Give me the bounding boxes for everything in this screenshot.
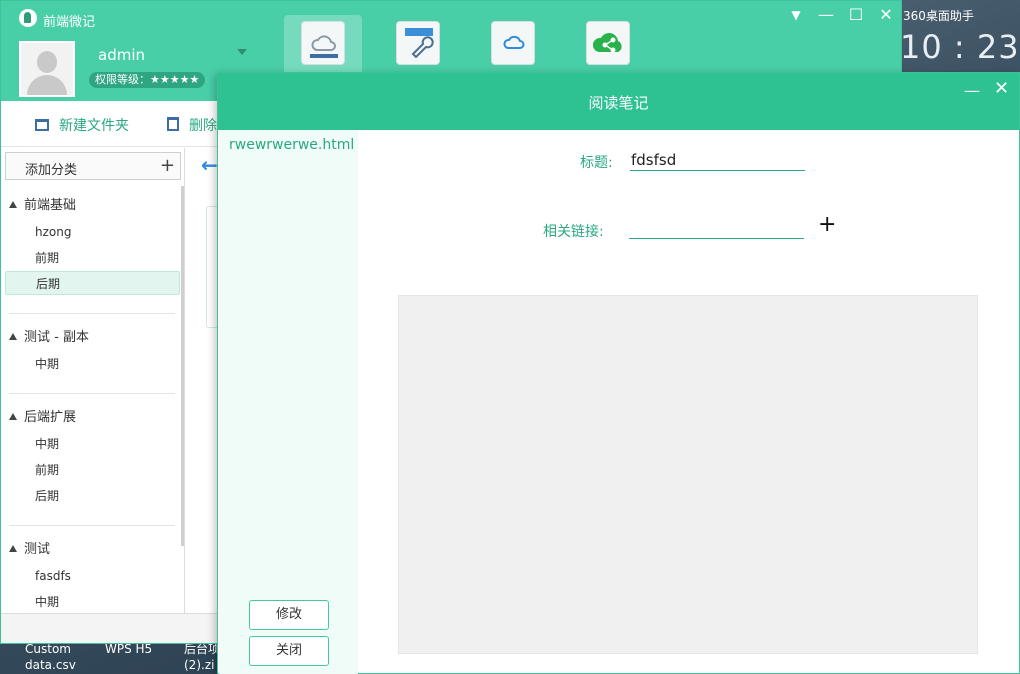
share-icon	[586, 21, 630, 65]
desktop-clock: 10 : 23	[900, 28, 1020, 66]
divider	[9, 313, 175, 314]
module-sync[interactable]	[474, 15, 552, 77]
category-item[interactable]: 后期	[5, 484, 180, 508]
app-title: 前端微记	[43, 15, 96, 30]
title-label: 标题:	[580, 155, 613, 171]
dialog-header: 阅读笔记 — ✕	[218, 73, 1019, 130]
category-item[interactable]: fasdfs	[5, 564, 180, 588]
cloud-icon	[301, 21, 345, 65]
close-button[interactable]: ✕	[876, 5, 896, 25]
file-list-panel: rwewrwerwe.html 修改 关闭	[219, 130, 358, 674]
divider	[9, 393, 175, 394]
dialog-title: 阅读笔记	[588, 94, 649, 112]
category-group-test[interactable]: 测试	[9, 538, 50, 557]
delete-label: 删除	[189, 118, 217, 134]
folder-icon	[35, 119, 49, 131]
desktop-icon-custom-csv[interactable]: Custom data.csv	[25, 641, 76, 673]
new-folder-button[interactable]: 新建文件夹	[35, 115, 129, 135]
desktop-icon-zip[interactable]: 后台项 (2).zi	[184, 641, 220, 673]
avatar[interactable]	[19, 41, 75, 97]
add-link-button[interactable]: +	[818, 214, 836, 236]
expand-triangle-icon	[9, 413, 17, 420]
title-input[interactable]	[630, 149, 805, 171]
desktop-icon-label: data.csv	[25, 658, 76, 672]
expand-triangle-icon	[9, 333, 17, 340]
category-group-frontend-basics[interactable]: 前端基础	[9, 194, 76, 213]
category-group-backend-ext[interactable]: 后端扩展	[9, 406, 76, 425]
related-link-input[interactable]	[629, 217, 804, 239]
delete-button[interactable]: 删除	[167, 115, 217, 135]
new-folder-label: 新建文件夹	[59, 118, 129, 134]
category-item[interactable]: 中期	[5, 590, 180, 613]
tablet-cloud-icon	[491, 21, 535, 65]
back-arrow-icon[interactable]: ←	[201, 153, 218, 177]
dialog-minimize-button[interactable]: —	[964, 81, 980, 101]
file-list-item[interactable]: rwewrwerwe.html	[229, 137, 354, 153]
maximize-button[interactable]: ☐	[846, 5, 866, 25]
expand-triangle-icon	[9, 201, 17, 208]
wrench-icon	[396, 21, 440, 65]
expand-triangle-icon	[9, 545, 17, 552]
sidebar-scrollbar[interactable]	[181, 186, 184, 546]
trash-icon	[167, 117, 179, 131]
module-share[interactable]	[569, 15, 647, 77]
close-dialog-button[interactable]: 关闭	[249, 636, 329, 666]
add-category-label: 添加分类	[25, 163, 78, 178]
category-item[interactable]: 前期	[5, 246, 180, 270]
module-cloud-notes[interactable]	[284, 15, 362, 77]
read-note-dialog: 阅读笔记 — ✕ rwewrwerwe.html 修改 关闭 标题: 相关链接:…	[217, 72, 1020, 674]
category-sidebar: 添加分类 + 前端基础 hzong 前期 后期 测试 - 副本 中期 后端扩展 …	[1, 148, 185, 613]
menu-dropdown-button[interactable]: ▼	[786, 5, 806, 25]
category-item[interactable]: 前期	[5, 458, 180, 482]
edit-button[interactable]: 修改	[249, 600, 329, 630]
dialog-close-button[interactable]: ✕	[994, 78, 1014, 99]
note-content-area[interactable]	[398, 295, 978, 654]
plus-icon: +	[159, 155, 175, 176]
app-logo-icon	[19, 9, 37, 27]
desktop-assistant-widget[interactable]: 360桌面助手 10 : 23	[900, 0, 1020, 80]
category-group-test-copy[interactable]: 测试 - 副本	[9, 326, 89, 345]
minimize-button[interactable]: —	[816, 5, 836, 25]
category-item[interactable]: 中期	[5, 352, 180, 376]
category-item[interactable]: 中期	[5, 432, 180, 456]
category-item[interactable]: hzong	[5, 220, 180, 244]
user-dropdown-icon[interactable]	[237, 49, 247, 55]
permission-badge: 权限等级：★★★★★	[89, 72, 206, 88]
widget-title: 360桌面助手	[903, 9, 974, 23]
divider	[9, 525, 175, 526]
add-category-button[interactable]: 添加分类 +	[5, 152, 181, 180]
module-tools[interactable]	[379, 15, 457, 77]
desktop-icon-label: (2).zi	[184, 658, 215, 672]
username: admin	[98, 46, 145, 64]
category-item-selected[interactable]: 后期	[5, 271, 180, 295]
related-link-label: 相关链接:	[543, 224, 604, 240]
